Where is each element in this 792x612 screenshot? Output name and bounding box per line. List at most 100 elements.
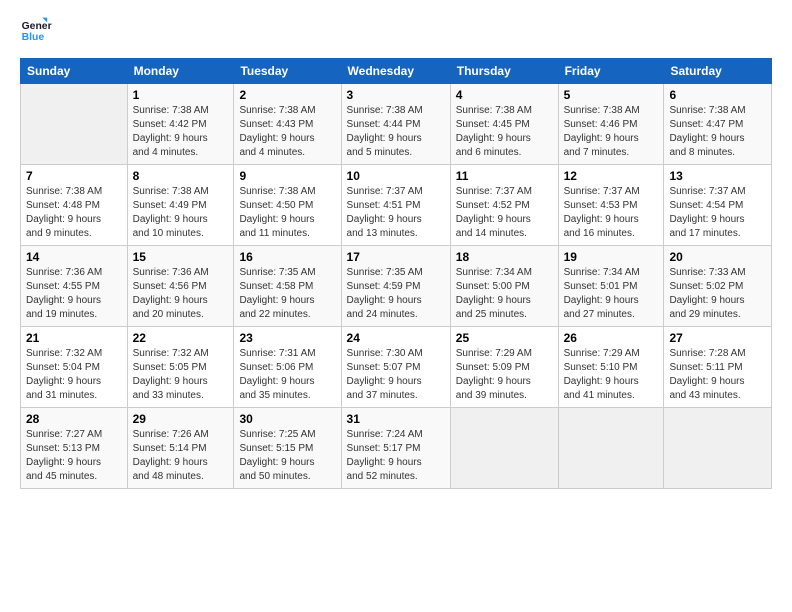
day-cell: 6Sunrise: 7:38 AMSunset: 4:47 PMDaylight… <box>664 84 772 165</box>
day-cell: 26Sunrise: 7:29 AMSunset: 5:10 PMDayligh… <box>558 327 664 408</box>
day-detail: Sunrise: 7:24 AMSunset: 5:17 PMDaylight:… <box>347 428 445 484</box>
day-number: 23 <box>239 331 335 345</box>
day-cell: 16 Sunrise: 7:35 AMSunset: 4:58 PMDayligh… <box>234 246 341 327</box>
day-number: 9 <box>239 169 335 183</box>
day-detail: Sunrise: 7:35 AMSunset: 4:59 PMDaylight:… <box>347 266 445 322</box>
day-cell: 19 Sunrise: 7:34 AMSunset: 5:01 PMDayligh… <box>558 246 664 327</box>
day-number: 21 <box>26 331 122 345</box>
day-cell: 23 Sunrise: 7:31 AMSunset: 5:06 PMDayligh… <box>234 327 341 408</box>
day-cell: 12 Sunrise: 7:37 AMSunset: 4:53 PMDayligh… <box>558 165 664 246</box>
day-cell: 15Sunrise: 7:36 AMSunset: 4:56 PMDayligh… <box>127 246 234 327</box>
day-cell: 30 Sunrise: 7:25 AMSunset: 5:15 PMDayligh… <box>234 408 341 489</box>
day-number: 27 <box>669 331 766 345</box>
day-number: 31 <box>347 412 445 426</box>
day-detail: Sunrise: 7:27 AMSunset: 5:13 PMDaylight:… <box>26 428 122 484</box>
day-cell <box>21 84 128 165</box>
day-detail: Sunrise: 7:34 AMSunset: 5:00 PMDaylight:… <box>456 266 553 322</box>
calendar-table: SundayMondayTuesdayWednesdayThursdayFrid… <box>20 58 772 489</box>
day-detail: Sunrise: 7:35 AMSunset: 4:58 PMDaylight:… <box>239 266 335 322</box>
header: GeneralBlue <box>20 16 772 48</box>
day-cell: 22Sunrise: 7:32 AMSunset: 5:05 PMDayligh… <box>127 327 234 408</box>
day-detail: Sunrise: 7:38 AMSunset: 4:45 PMDaylight:… <box>456 104 553 160</box>
day-number: 13 <box>669 169 766 183</box>
day-cell: 3 Sunrise: 7:38 AMSunset: 4:44 PMDaylight… <box>341 84 450 165</box>
day-detail: Sunrise: 7:38 AMSunset: 4:50 PMDaylight:… <box>239 185 335 241</box>
day-detail: Sunrise: 7:25 AMSunset: 5:15 PMDaylight:… <box>239 428 335 484</box>
day-detail: Sunrise: 7:37 AMSunset: 4:54 PMDaylight:… <box>669 185 766 241</box>
logo-icon: GeneralBlue <box>20 16 52 48</box>
day-number: 22 <box>133 331 229 345</box>
day-cell: 2Sunrise: 7:38 AMSunset: 4:43 PMDaylight… <box>234 84 341 165</box>
day-number: 14 <box>26 250 122 264</box>
day-number: 30 <box>239 412 335 426</box>
day-cell: 7Sunrise: 7:38 AMSunset: 4:48 PMDaylight… <box>21 165 128 246</box>
week-row-3: 14 Sunrise: 7:36 AMSunset: 4:55 PMDayligh… <box>21 246 772 327</box>
week-row-2: 7Sunrise: 7:38 AMSunset: 4:48 PMDaylight… <box>21 165 772 246</box>
day-cell <box>664 408 772 489</box>
day-detail: Sunrise: 7:30 AMSunset: 5:07 PMDaylight:… <box>347 347 445 403</box>
day-detail: Sunrise: 7:26 AMSunset: 5:14 PMDaylight:… <box>133 428 229 484</box>
day-detail: Sunrise: 7:38 AMSunset: 4:44 PMDaylight:… <box>347 104 445 160</box>
day-detail: Sunrise: 7:33 AMSunset: 5:02 PMDaylight:… <box>669 266 766 322</box>
day-cell: 5 Sunrise: 7:38 AMSunset: 4:46 PMDaylight… <box>558 84 664 165</box>
day-detail: Sunrise: 7:38 AMSunset: 4:48 PMDaylight:… <box>26 185 122 241</box>
day-cell: 25 Sunrise: 7:29 AMSunset: 5:09 PMDayligh… <box>450 327 558 408</box>
day-detail: Sunrise: 7:31 AMSunset: 5:06 PMDaylight:… <box>239 347 335 403</box>
day-number: 25 <box>456 331 553 345</box>
day-number: 5 <box>564 88 659 102</box>
day-number: 15 <box>133 250 229 264</box>
day-detail: Sunrise: 7:38 AMSunset: 4:43 PMDaylight:… <box>239 104 335 160</box>
day-cell: 11Sunrise: 7:37 AMSunset: 4:52 PMDayligh… <box>450 165 558 246</box>
day-number: 20 <box>669 250 766 264</box>
day-detail: Sunrise: 7:34 AMSunset: 5:01 PMDaylight:… <box>564 266 659 322</box>
day-number: 10 <box>347 169 445 183</box>
day-number: 4 <box>456 88 553 102</box>
svg-text:Blue: Blue <box>22 32 45 43</box>
day-number: 16 <box>239 250 335 264</box>
day-number: 18 <box>456 250 553 264</box>
day-cell: 1 Sunrise: 7:38 AMSunset: 4:42 PMDaylight… <box>127 84 234 165</box>
day-cell: 28 Sunrise: 7:27 AMSunset: 5:13 PMDayligh… <box>21 408 128 489</box>
day-cell: 4 Sunrise: 7:38 AMSunset: 4:45 PMDaylight… <box>450 84 558 165</box>
day-number: 29 <box>133 412 229 426</box>
day-detail: Sunrise: 7:37 AMSunset: 4:52 PMDaylight:… <box>456 185 553 241</box>
day-number: 28 <box>26 412 122 426</box>
day-number: 19 <box>564 250 659 264</box>
day-number: 6 <box>669 88 766 102</box>
logo: GeneralBlue <box>20 16 52 48</box>
day-cell: 29 Sunrise: 7:26 AMSunset: 5:14 PMDayligh… <box>127 408 234 489</box>
header-row: SundayMondayTuesdayWednesdayThursdayFrid… <box>21 59 772 84</box>
day-cell: 20 Sunrise: 7:33 AMSunset: 5:02 PMDayligh… <box>664 246 772 327</box>
col-header-friday: Friday <box>558 59 664 84</box>
day-cell: 27 Sunrise: 7:28 AMSunset: 5:11 PMDayligh… <box>664 327 772 408</box>
day-cell: 14 Sunrise: 7:36 AMSunset: 4:55 PMDayligh… <box>21 246 128 327</box>
week-row-5: 28 Sunrise: 7:27 AMSunset: 5:13 PMDayligh… <box>21 408 772 489</box>
day-detail: Sunrise: 7:38 AMSunset: 4:49 PMDaylight:… <box>133 185 229 241</box>
day-cell: 17 Sunrise: 7:35 AMSunset: 4:59 PMDayligh… <box>341 246 450 327</box>
day-detail: Sunrise: 7:28 AMSunset: 5:11 PMDaylight:… <box>669 347 766 403</box>
col-header-thursday: Thursday <box>450 59 558 84</box>
day-number: 3 <box>347 88 445 102</box>
col-header-wednesday: Wednesday <box>341 59 450 84</box>
day-number: 1 <box>133 88 229 102</box>
svg-text:General: General <box>22 21 52 32</box>
day-cell: 18 Sunrise: 7:34 AMSunset: 5:00 PMDayligh… <box>450 246 558 327</box>
day-number: 24 <box>347 331 445 345</box>
day-cell <box>450 408 558 489</box>
day-detail: Sunrise: 7:37 AMSunset: 4:51 PMDaylight:… <box>347 185 445 241</box>
day-number: 17 <box>347 250 445 264</box>
day-detail: Sunrise: 7:38 AMSunset: 4:46 PMDaylight:… <box>564 104 659 160</box>
day-number: 8 <box>133 169 229 183</box>
day-detail: Sunrise: 7:32 AMSunset: 5:04 PMDaylight:… <box>26 347 122 403</box>
day-number: 26 <box>564 331 659 345</box>
day-number: 12 <box>564 169 659 183</box>
day-detail: Sunrise: 7:36 AMSunset: 4:55 PMDaylight:… <box>26 266 122 322</box>
day-detail: Sunrise: 7:29 AMSunset: 5:09 PMDaylight:… <box>456 347 553 403</box>
day-cell: 9 Sunrise: 7:38 AMSunset: 4:50 PMDaylight… <box>234 165 341 246</box>
day-detail: Sunrise: 7:37 AMSunset: 4:53 PMDaylight:… <box>564 185 659 241</box>
day-detail: Sunrise: 7:38 AMSunset: 4:42 PMDaylight:… <box>133 104 229 160</box>
day-cell: 24 Sunrise: 7:30 AMSunset: 5:07 PMDayligh… <box>341 327 450 408</box>
day-cell <box>558 408 664 489</box>
col-header-saturday: Saturday <box>664 59 772 84</box>
col-header-monday: Monday <box>127 59 234 84</box>
